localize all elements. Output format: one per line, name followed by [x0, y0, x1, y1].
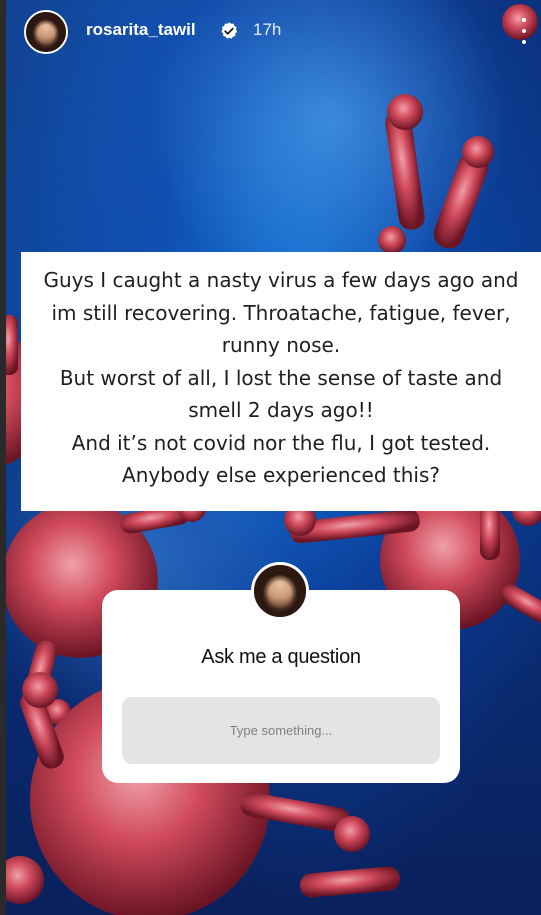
question-sticker-title: Ask me a question — [201, 646, 361, 668]
post-time: 17h — [253, 20, 282, 39]
story-header: rosarita_tawil 17h — [0, 0, 541, 70]
profile-avatar[interactable] — [24, 10, 68, 54]
verified-badge-icon — [221, 22, 238, 39]
more-options-icon[interactable] — [519, 18, 529, 44]
story-text-card: Guys I caught a nasty virus a few days a… — [21, 252, 541, 511]
question-input[interactable] — [122, 697, 440, 764]
story-view[interactable]: rosarita_tawil 17h Guys I caught a nasty… — [0, 0, 541, 915]
sticker-avatar — [251, 562, 309, 620]
story-text: Guys I caught a nasty virus a few days a… — [43, 268, 519, 487]
username-link[interactable]: rosarita_tawil — [86, 20, 196, 40]
